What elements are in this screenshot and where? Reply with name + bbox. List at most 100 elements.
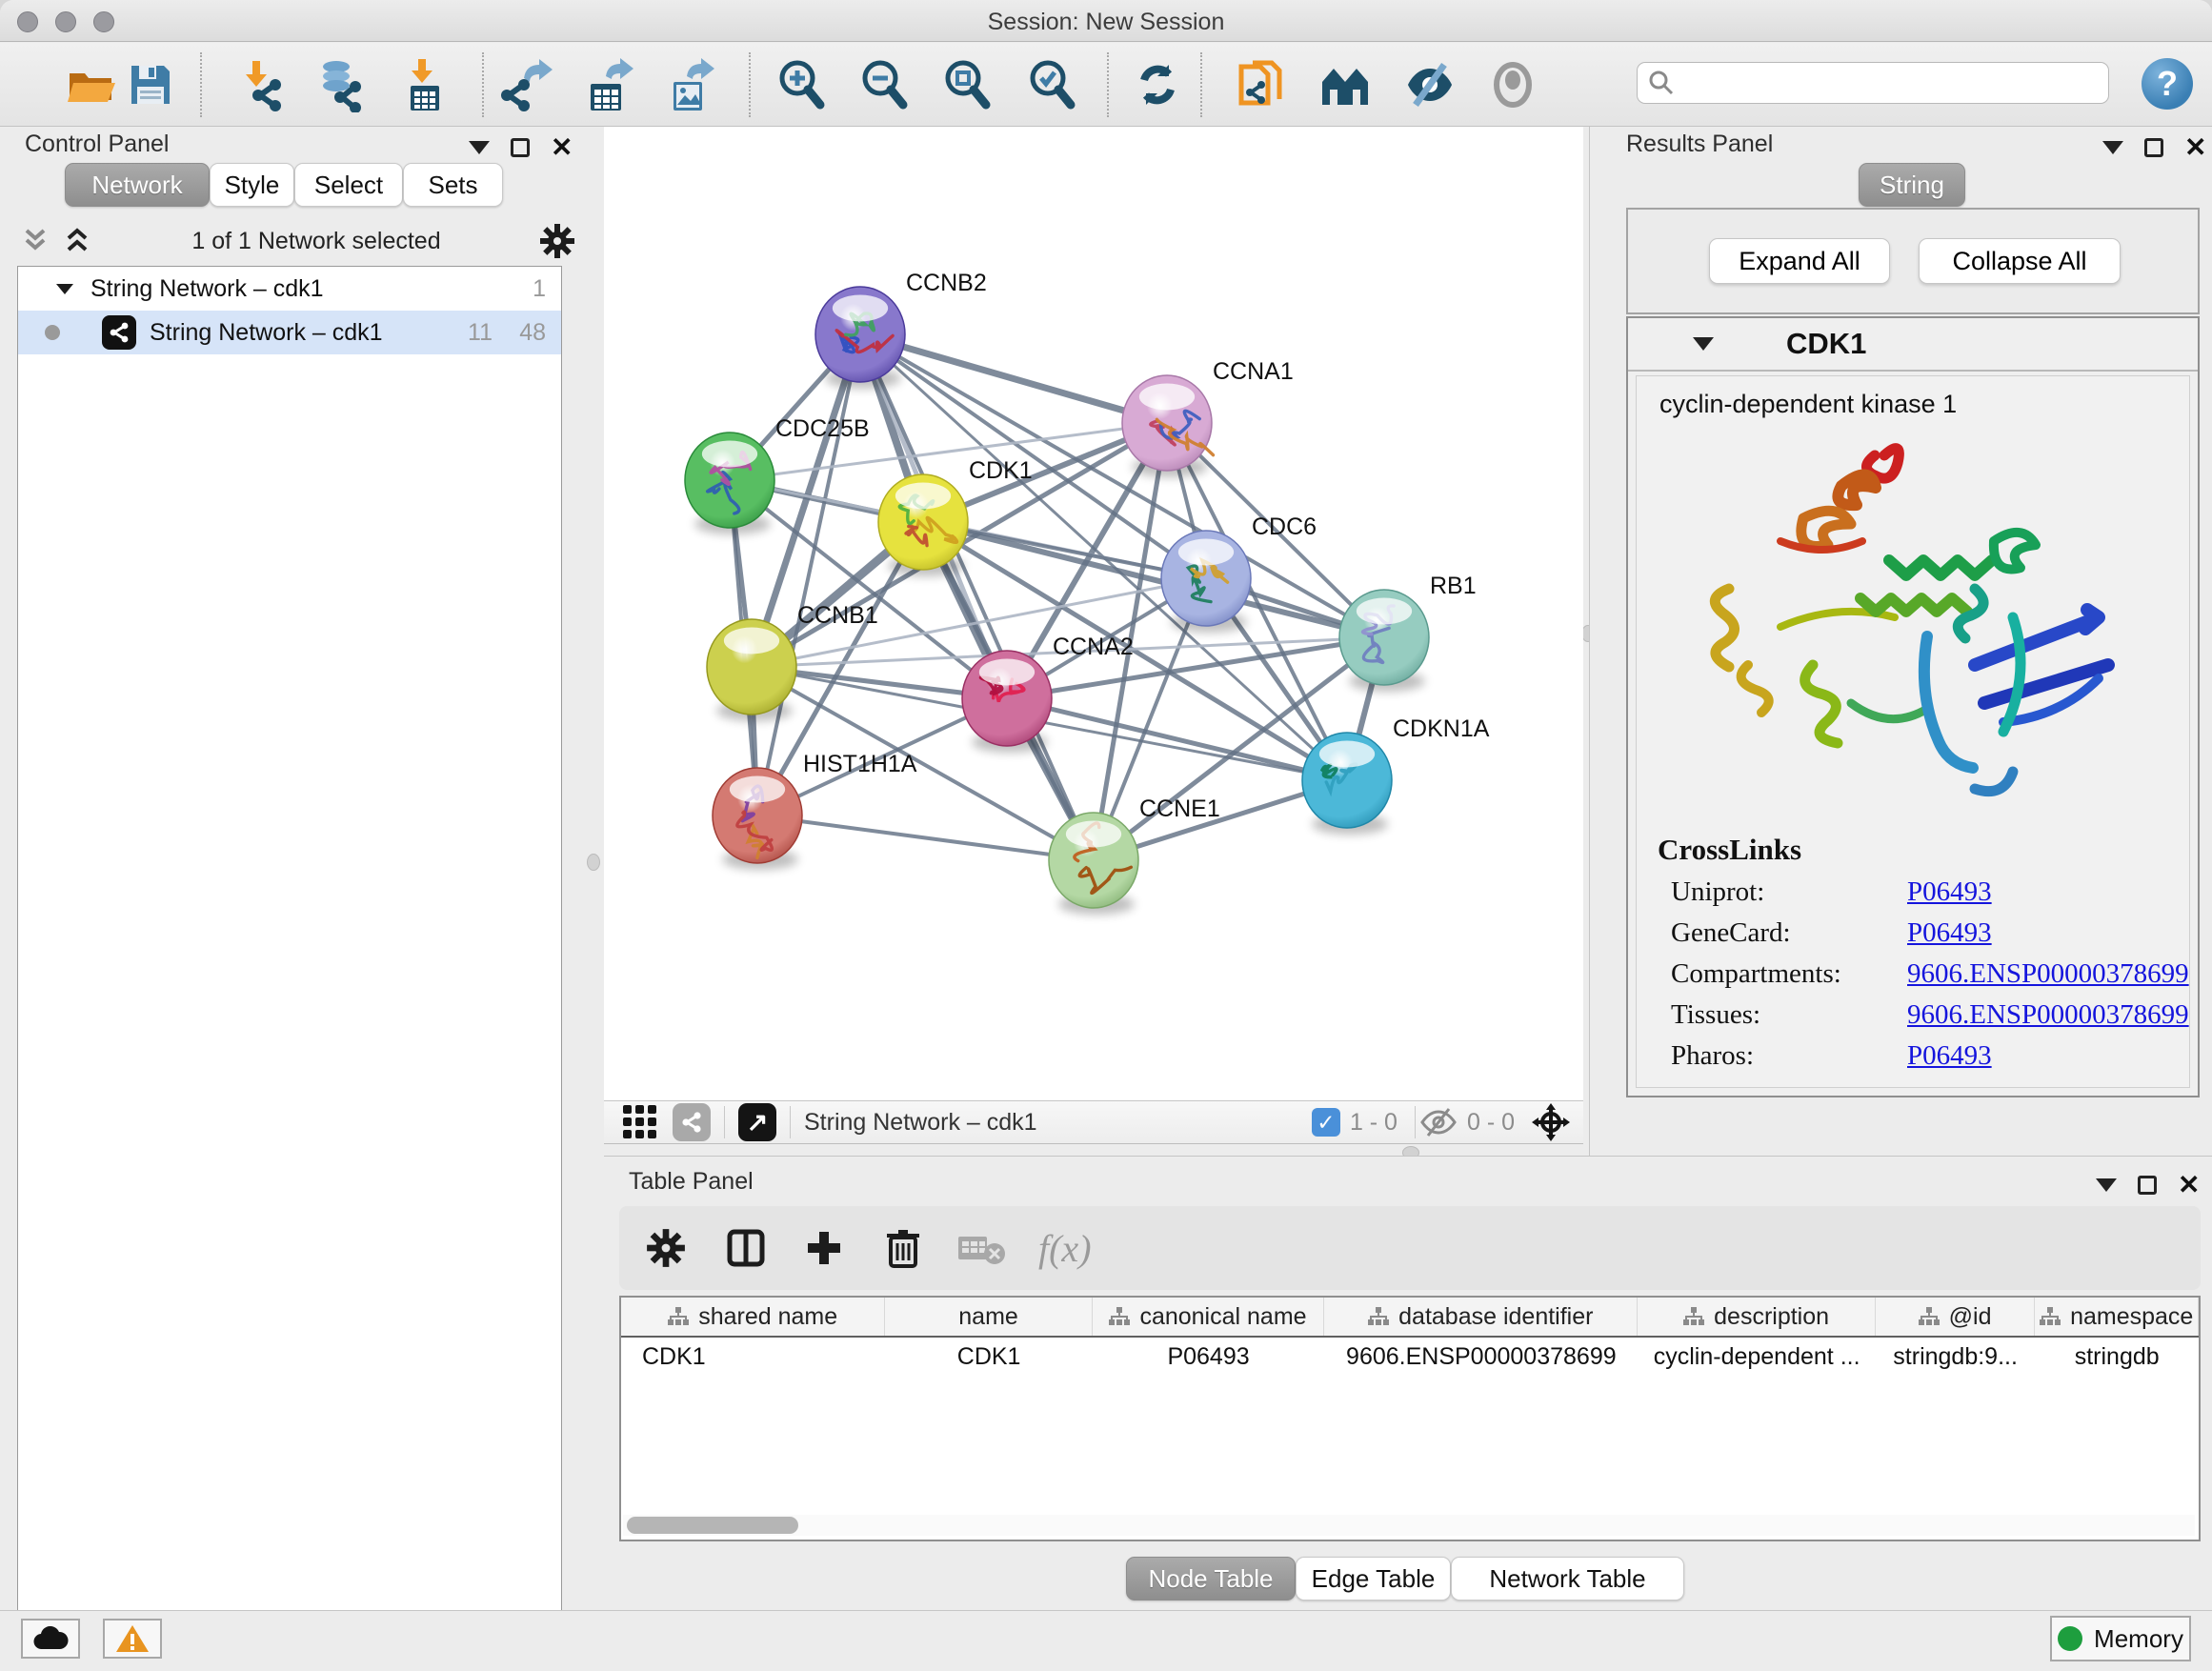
column-header-canonical-name[interactable]: canonical name (1093, 1298, 1324, 1336)
table-cell[interactable]: 9606.ENSP00000378699 (1324, 1338, 1638, 1376)
tab-sets[interactable]: Sets (403, 163, 503, 207)
gear-icon[interactable] (539, 223, 575, 259)
import-network-button[interactable] (231, 56, 287, 113)
left-splitter-handle[interactable] (587, 854, 600, 871)
panel-menu-icon[interactable] (2096, 1178, 2117, 1192)
crosslink-link[interactable]: 9606.ENSP00000378699 (1907, 999, 2189, 1031)
tab-edge-table[interactable]: Edge Table (1296, 1557, 1451, 1601)
float-panel-icon[interactable] (2144, 138, 2163, 157)
save-session-button[interactable] (123, 56, 178, 113)
column-header-name[interactable]: name (885, 1298, 1092, 1336)
crosslink-link[interactable]: 9606.ENSP00000378699 (1907, 958, 2189, 990)
show-graphics-details-button[interactable] (1485, 56, 1540, 113)
expand-all-button[interactable]: Expand All (1709, 238, 1890, 284)
tab-network-table[interactable]: Network Table (1451, 1557, 1684, 1601)
table-cell[interactable]: stringdb (2035, 1338, 2199, 1376)
column-header-@id[interactable]: @id (1876, 1298, 2036, 1336)
network-edge-HIST1H1A-CCNE1[interactable] (757, 815, 1094, 860)
delete-column-icon[interactable] (882, 1226, 924, 1270)
table-row[interactable]: CDK1CDK1P064939606.ENSP00000378699cyclin… (621, 1338, 2199, 1376)
import-table-button[interactable] (397, 56, 452, 113)
hide-graphics-details-button[interactable] (1402, 56, 1458, 113)
network-view-toolbar: ↗ String Network – cdk1 ✓ 1 - 0 0 - 0 (604, 1100, 1583, 1144)
network-row-selected[interactable]: String Network – cdk1 11 48 (18, 311, 561, 354)
tab-style[interactable]: Style (210, 163, 294, 207)
network-share-view-button[interactable] (673, 1103, 711, 1141)
network-edge-CCNB2-CCNA1[interactable] (860, 334, 1167, 423)
network-node-RB1[interactable] (1339, 590, 1429, 692)
first-neighbors-button[interactable] (1318, 56, 1374, 113)
network-node-CDC6[interactable] (1161, 531, 1251, 633)
network-node-CCNB2[interactable] (815, 287, 905, 389)
crosslink-link[interactable]: P06493 (1907, 1040, 1992, 1072)
column-header-database-identifier[interactable]: database identifier (1324, 1298, 1638, 1336)
column-header-shared-name[interactable]: shared name (621, 1298, 885, 1336)
hidden-items-icon[interactable] (1419, 1106, 1458, 1138)
network-collection-row[interactable]: String Network – cdk1 1 (18, 267, 561, 311)
import-database-button[interactable] (312, 56, 367, 113)
collection-expand-icon[interactable] (54, 280, 75, 297)
tab-string[interactable]: String (1859, 163, 1965, 207)
panel-menu-icon[interactable] (469, 141, 490, 154)
show-columns-icon[interactable] (724, 1226, 768, 1270)
table-cell[interactable]: CDK1 (621, 1338, 885, 1376)
network-edge-CCNB2-HIST1H1A[interactable] (757, 334, 860, 815)
memory-button[interactable]: Memory (2050, 1616, 2191, 1661)
close-panel-icon[interactable]: ✕ (2178, 1176, 2200, 1195)
tab-node-table[interactable]: Node Table (1126, 1557, 1296, 1601)
add-column-icon[interactable] (802, 1226, 846, 1270)
network-node-CCNB1[interactable] (707, 619, 796, 721)
table-cell[interactable]: cyclin-dependent ... (1638, 1338, 1875, 1376)
network-node-CDKN1A[interactable] (1302, 733, 1392, 835)
copy-network-button[interactable] (1234, 56, 1289, 113)
float-panel-icon[interactable] (2138, 1176, 2157, 1195)
collapse-all-button[interactable]: Collapse All (1919, 238, 2121, 284)
export-table-button[interactable] (581, 56, 636, 113)
pan-crosshair-icon[interactable] (1530, 1101, 1572, 1143)
network-node-HIST1H1A[interactable] (713, 768, 802, 870)
panel-menu-icon[interactable] (2102, 141, 2123, 154)
export-image-button[interactable] (664, 56, 719, 113)
column-header-description[interactable]: description (1638, 1298, 1875, 1336)
table-cell[interactable]: P06493 (1093, 1338, 1324, 1376)
grid-view-icon[interactable] (619, 1101, 661, 1143)
crosslink-link[interactable]: P06493 (1907, 876, 1992, 908)
horizontal-scrollbar[interactable] (623, 1515, 2195, 1536)
search-input[interactable] (1676, 66, 2108, 100)
table-settings-gear-icon[interactable] (646, 1228, 686, 1268)
crosslink-link[interactable]: P06493 (1907, 917, 1992, 949)
close-panel-icon[interactable]: ✕ (2184, 138, 2206, 157)
network-node-CCNA2[interactable] (962, 651, 1052, 753)
network-node-CDC25B[interactable] (685, 433, 774, 534)
results-actions-box: Expand All Collapse All (1626, 208, 2200, 314)
open-session-button[interactable] (63, 56, 118, 113)
network-node-CCNA1[interactable] (1122, 375, 1213, 477)
zoom-in-button[interactable] (774, 56, 830, 113)
column-header-namespace[interactable]: namespace (2035, 1298, 2199, 1336)
table-cell[interactable]: stringdb:9... (1876, 1338, 2036, 1376)
collapse-all-icon[interactable] (19, 227, 51, 255)
float-panel-icon[interactable] (511, 138, 530, 157)
scrollbar-thumb[interactable] (627, 1517, 798, 1534)
network-node-CCNE1[interactable] (1049, 813, 1138, 915)
birdseye-view-button[interactable]: ↗ (738, 1103, 776, 1141)
cloud-status-button[interactable] (21, 1619, 80, 1659)
zoom-selected-button[interactable] (1025, 56, 1080, 113)
warnings-button[interactable] (103, 1619, 162, 1659)
zoom-out-button[interactable] (857, 56, 913, 113)
selected-items-checkbox[interactable]: ✓ (1312, 1108, 1340, 1137)
network-canvas[interactable]: CCNB2CCNA1CDC25BCDK1CDC6RB1CCNB1CCNA2CDK… (604, 127, 1583, 1100)
gene-collapse-icon[interactable] (1693, 337, 1714, 351)
close-panel-icon[interactable]: ✕ (551, 138, 573, 157)
help-button[interactable]: ? (2142, 58, 2193, 110)
network-edge-CCNB2-CCNE1[interactable] (860, 334, 1094, 860)
expand-all-icon[interactable] (61, 227, 93, 255)
export-network-button[interactable] (499, 56, 554, 113)
refresh-button[interactable] (1130, 56, 1185, 113)
crosslink-label: Compartments: (1671, 958, 1907, 990)
table-cell[interactable]: CDK1 (885, 1338, 1092, 1376)
tab-select[interactable]: Select (294, 163, 403, 207)
zoom-fit-button[interactable] (940, 56, 995, 113)
network-node-CDK1[interactable] (878, 474, 968, 576)
tab-network[interactable]: Network (65, 163, 210, 207)
